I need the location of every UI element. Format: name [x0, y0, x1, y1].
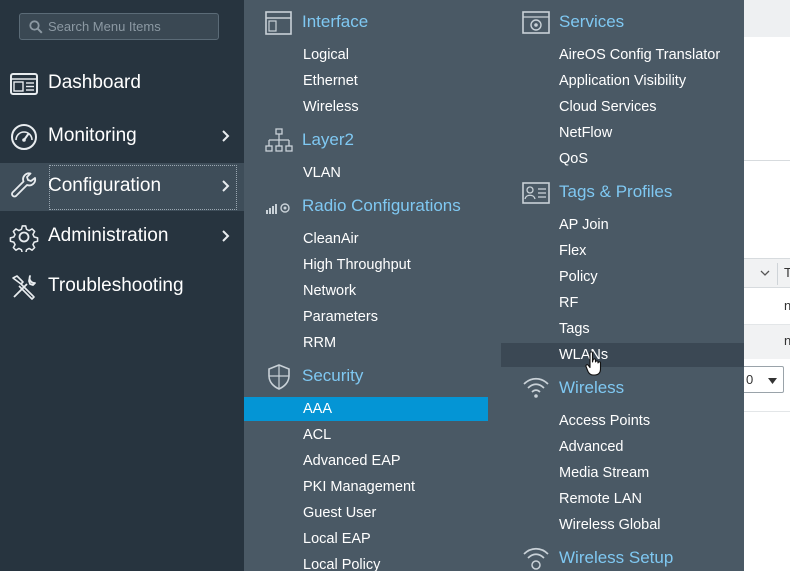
menu-item-ethernet[interactable]: Ethernet — [303, 69, 358, 93]
menu-item-wireless-interface[interactable]: Wireless — [303, 95, 359, 119]
menu-item-flex[interactable]: Flex — [559, 239, 586, 263]
menu-item-wireless-global[interactable]: Wireless Global — [559, 513, 661, 537]
menu-item-policy[interactable]: Policy — [559, 265, 598, 289]
section-title: Wireless Setup — [559, 548, 674, 567]
section-title: Tags & Profiles — [559, 182, 673, 201]
section-title: Services — [559, 12, 625, 31]
table-row[interactable]: n — [744, 289, 790, 325]
menu-item-vlan[interactable]: VLAN — [303, 161, 341, 185]
table-row[interactable]: n — [744, 325, 790, 359]
menu-item-application-visibility[interactable]: Application Visibility — [559, 69, 686, 93]
sidebar: Dashboard Monitoring Configuration Admin… — [0, 0, 244, 571]
wifi-setup-icon — [523, 547, 549, 570]
menu-item-high-throughput[interactable]: High Throughput — [303, 253, 411, 277]
background-toolbar — [744, 37, 790, 161]
menu-item-label: AAA — [303, 401, 333, 417]
wrench-icon — [11, 172, 37, 198]
menu-item-guest-user[interactable]: Guest User — [303, 501, 376, 525]
menu-item-logical[interactable]: Logical — [303, 43, 349, 67]
search-input[interactable] — [48, 16, 213, 37]
hand-pointer-icon — [585, 351, 602, 376]
table-cell-fragment: n — [784, 333, 790, 348]
menu-item-rrm[interactable]: RRM — [303, 331, 336, 355]
search-icon — [29, 20, 43, 34]
menu-item-netflow[interactable]: NetFlow — [559, 121, 612, 145]
menu-item-qos[interactable]: QoS — [559, 147, 588, 171]
menu-item-parameters[interactable]: Parameters — [303, 305, 378, 329]
menu-item-rf[interactable]: RF — [559, 291, 578, 315]
chevron-right-icon — [222, 230, 230, 242]
section-title: Security — [302, 366, 364, 385]
background-table-header: T — [744, 258, 790, 288]
sidebar-item-label: Configuration — [48, 175, 162, 196]
tools-icon — [12, 275, 36, 300]
gear-icon — [9, 225, 39, 252]
menu-item-aaa[interactable]: AAA — [244, 397, 488, 421]
menu-item-acl[interactable]: ACL — [303, 423, 331, 447]
shield-icon — [268, 364, 290, 390]
caret-down-icon — [768, 378, 777, 384]
menu-item-media-stream[interactable]: Media Stream — [559, 461, 649, 485]
chevron-right-icon — [222, 130, 230, 142]
menu-item-ap-join[interactable]: AP Join — [559, 213, 609, 237]
background-header-strip — [744, 0, 790, 37]
menu-item-tags[interactable]: Tags — [559, 317, 590, 341]
section-title: Radio Configurations — [302, 196, 461, 215]
menu-item-cleanair[interactable]: CleanAir — [303, 227, 359, 251]
interface-icon — [265, 11, 292, 35]
column-header-fragment: T — [784, 265, 790, 280]
sidebar-item-label: Administration — [48, 225, 169, 246]
sidebar-item-dashboard[interactable]: Dashboard — [0, 60, 244, 108]
wifi-icon — [523, 377, 549, 398]
tags-profiles-icon — [522, 182, 550, 204]
menu-item-pki-management[interactable]: PKI Management — [303, 475, 415, 499]
column-divider — [777, 263, 778, 285]
sidebar-item-label: Dashboard — [48, 72, 141, 93]
menu-item-cloud-services[interactable]: Cloud Services — [559, 95, 657, 119]
configuration-menu-panel: Interface Logical Ethernet Wireless Laye… — [244, 0, 744, 571]
section-title: Interface — [302, 12, 369, 31]
menu-item-local-policy[interactable]: Local Policy — [303, 553, 380, 571]
page-size-value: 0 — [746, 372, 754, 387]
network-topology-icon — [265, 128, 293, 152]
menu-item-advanced-eap[interactable]: Advanced EAP — [303, 449, 401, 473]
dashboard-icon — [10, 73, 38, 95]
menu-item-local-eap[interactable]: Local EAP — [303, 527, 371, 551]
background-divider — [744, 411, 790, 412]
services-icon — [522, 11, 550, 34]
table-cell-fragment: n — [784, 298, 790, 313]
sidebar-item-monitoring[interactable]: Monitoring — [0, 113, 244, 161]
menu-item-advanced[interactable]: Advanced — [559, 435, 624, 459]
background-divider — [744, 160, 790, 161]
sidebar-item-administration[interactable]: Administration — [0, 213, 244, 261]
sidebar-item-configuration[interactable]: Configuration — [0, 163, 244, 211]
menu-item-access-points[interactable]: Access Points — [559, 409, 650, 433]
menu-item-wlans[interactable]: WLANs — [501, 343, 744, 367]
menu-item-aireos-config-translator[interactable]: AireOS Config Translator — [559, 43, 720, 67]
sidebar-item-troubleshooting[interactable]: Troubleshooting — [0, 263, 244, 311]
radio-signal-icon — [266, 203, 290, 214]
gauge-icon — [11, 124, 37, 150]
chevron-right-icon — [222, 180, 230, 192]
sidebar-item-label: Troubleshooting — [48, 275, 184, 296]
section-title: Wireless — [559, 378, 625, 397]
search-box[interactable] — [19, 13, 219, 40]
section-title: Layer2 — [302, 130, 354, 149]
page-size-select[interactable]: 0 — [740, 366, 784, 393]
sidebar-item-label: Monitoring — [48, 125, 137, 146]
menu-item-remote-lan[interactable]: Remote LAN — [559, 487, 642, 511]
menu-item-network[interactable]: Network — [303, 279, 356, 303]
chevron-down-icon[interactable] — [760, 270, 770, 278]
